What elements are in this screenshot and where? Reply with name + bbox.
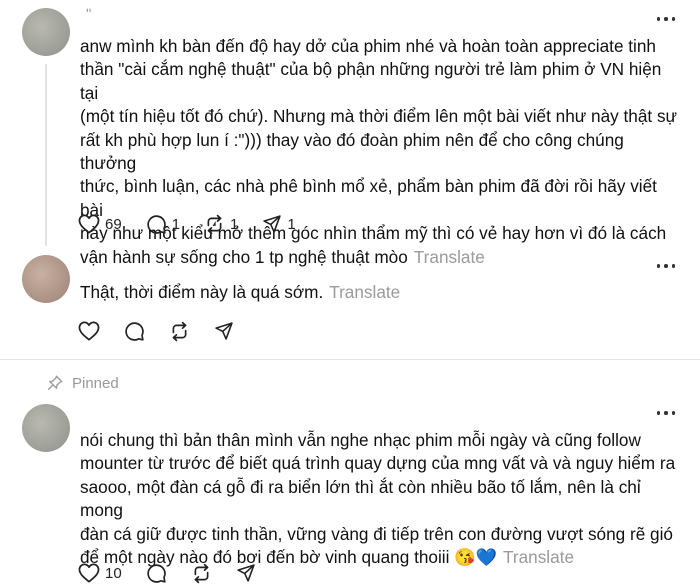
- post-2: Thật, thời điểm này là quá sớm. Translate: [0, 255, 700, 359]
- share-button[interactable]: [236, 563, 256, 583]
- like-button[interactable]: 69: [78, 214, 122, 234]
- divider: [0, 359, 700, 360]
- repost-button[interactable]: [191, 563, 212, 584]
- share-button[interactable]: 1: [262, 214, 296, 234]
- avatar[interactable]: [22, 255, 70, 303]
- comment-icon: [147, 214, 166, 234]
- avatar[interactable]: [22, 404, 70, 452]
- more-icon[interactable]: [654, 14, 678, 24]
- heart-icon: [78, 214, 100, 234]
- post-actions: [78, 318, 258, 344]
- post-body: Thật, thời điểm này là quá sớm.: [80, 282, 324, 302]
- translate-link[interactable]: Translate: [329, 282, 400, 302]
- reply-count: 1: [171, 215, 181, 233]
- share-button[interactable]: [214, 321, 234, 341]
- comment-icon: [125, 321, 144, 341]
- repost-button[interactable]: [169, 321, 190, 342]
- post-text: nói chung thì bản thân mình vẫn nghe nhạ…: [80, 429, 680, 569]
- like-button[interactable]: [78, 321, 100, 341]
- post-text: Thật, thời điểm này là quá sớm. Translate: [80, 281, 680, 304]
- like-button[interactable]: 10: [78, 563, 122, 583]
- username[interactable]: ʺ: [86, 6, 91, 23]
- reply-button[interactable]: [146, 563, 167, 584]
- pinned-text: Pinned: [72, 374, 119, 392]
- post-body: nói chung thì bản thân mình vẫn nghe nhạ…: [80, 430, 676, 568]
- pin-icon: [47, 375, 63, 391]
- thread-line: [45, 64, 47, 246]
- post-1: ʺ anw mình kh bàn đến độ hay dở của phim…: [0, 0, 700, 267]
- more-icon[interactable]: [654, 408, 678, 418]
- share-icon: [215, 322, 233, 340]
- heart-icon: [78, 321, 100, 341]
- repost-icon: [172, 321, 187, 341]
- comment-icon: [147, 563, 166, 583]
- post-actions: 69 1 1 1: [78, 211, 320, 237]
- emoji: 😘💙: [454, 547, 498, 568]
- post-3: nói chung thì bản thân mình vẫn nghe nhạ…: [0, 400, 700, 585]
- repost-icon: [207, 214, 222, 234]
- share-count: 1: [287, 215, 296, 233]
- repost-icon: [194, 563, 209, 583]
- avatar[interactable]: [22, 8, 70, 56]
- share-icon: [236, 564, 255, 582]
- share-icon: [263, 215, 282, 233]
- heart-icon: [78, 563, 100, 583]
- repost-button[interactable]: 1: [204, 214, 238, 235]
- reply-button[interactable]: 1: [146, 214, 180, 235]
- like-count: 10: [105, 564, 122, 582]
- more-icon[interactable]: [654, 261, 678, 271]
- post-actions: 10: [78, 560, 280, 586]
- repost-count: 1: [230, 215, 239, 233]
- reply-button[interactable]: [124, 321, 145, 342]
- pinned-label: Pinned: [46, 374, 119, 392]
- like-count: 69: [105, 215, 122, 233]
- translate-link[interactable]: Translate: [503, 547, 574, 567]
